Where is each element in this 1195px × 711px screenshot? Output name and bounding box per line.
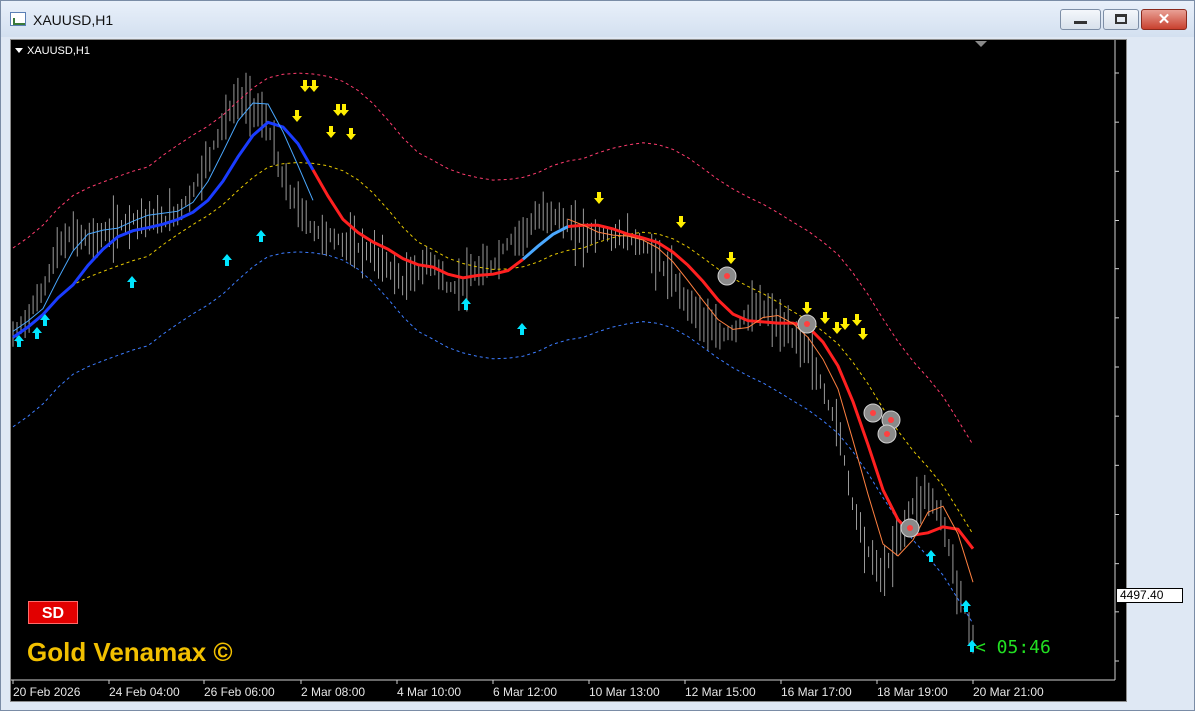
time-tick-label: 12 Mar 15:00 xyxy=(685,685,756,699)
arrow-down-icon xyxy=(309,80,319,92)
circle-marker-center xyxy=(888,417,894,423)
brand-label: Gold Venamax © xyxy=(27,637,233,667)
scroll-marker-icon[interactable] xyxy=(975,41,987,47)
time-tick-label: 20 Mar 21:00 xyxy=(973,685,1044,699)
arrow-up-icon xyxy=(127,276,137,288)
time-tick-label: 24 Feb 04:00 xyxy=(109,685,180,699)
symbol-label: XAUUSD,H1 xyxy=(27,45,90,57)
chart-window-icon xyxy=(10,12,26,26)
arrow-down-icon xyxy=(339,104,349,116)
time-tick-label: 20 Feb 2026 xyxy=(13,685,81,699)
close-icon: ✕ xyxy=(1157,11,1171,28)
circle-marker-center xyxy=(907,525,913,531)
terminal-window: XAUUSD,H1 ✕ 5443.655361.155278.655196.15… xyxy=(0,0,1195,711)
ma-up-segment-2 xyxy=(522,225,569,261)
price-chart-canvas[interactable]: 5443.655361.155278.655196.155115.305032.… xyxy=(11,40,1126,701)
circle-marker-center xyxy=(804,321,810,327)
arrow-up-icon xyxy=(32,327,42,339)
bar-countdown: < 05:46 xyxy=(975,637,1051,658)
arrow-down-icon xyxy=(292,110,302,122)
close-button[interactable]: ✕ xyxy=(1141,9,1187,30)
lower-band-line xyxy=(12,251,974,624)
arrow-down-icon xyxy=(594,192,604,204)
maximize-icon xyxy=(1115,14,1127,24)
arrow-down-icon xyxy=(802,302,812,314)
time-tick-label: 4 Mar 10:00 xyxy=(397,685,461,699)
arrow-up-icon xyxy=(256,230,266,242)
time-tick-label: 2 Mar 08:00 xyxy=(301,685,365,699)
circle-marker-center xyxy=(870,410,876,416)
current-price-tag: 4497.40 xyxy=(1116,588,1183,603)
minimize-icon xyxy=(1074,21,1087,24)
title-bar[interactable]: XAUUSD,H1 ✕ xyxy=(1,1,1194,37)
ma-up-segment xyxy=(12,120,315,339)
arrow-down-icon xyxy=(832,322,842,334)
dropdown-triangle-icon xyxy=(15,48,23,53)
arrow-down-icon xyxy=(820,312,830,324)
arrow-up-icon xyxy=(222,254,232,266)
circle-marker-center xyxy=(724,273,730,279)
arrow-down-icon xyxy=(858,328,868,340)
symbol-menu[interactable]: XAUUSD,H1 xyxy=(15,45,90,57)
window-title: XAUUSD,H1 xyxy=(33,12,114,28)
arrow-down-icon xyxy=(676,216,686,228)
chart-area[interactable]: 5443.655361.155278.655196.155115.305032.… xyxy=(10,39,1127,702)
arrow-down-icon xyxy=(726,252,736,264)
maximize-button[interactable] xyxy=(1103,9,1139,30)
time-tick-label: 26 Feb 06:00 xyxy=(204,685,275,699)
circle-marker-center xyxy=(884,431,890,437)
arrow-up-icon xyxy=(461,298,471,310)
time-tick-label: 16 Mar 17:00 xyxy=(781,685,852,699)
time-tick-label: 10 Mar 13:00 xyxy=(589,685,660,699)
arrow-down-icon xyxy=(326,126,336,138)
arrow-up-icon xyxy=(517,323,527,335)
sd-badge[interactable]: SD xyxy=(28,601,78,624)
time-tick-label: 6 Mar 12:00 xyxy=(493,685,557,699)
middle-line xyxy=(12,161,974,535)
upper-band-line xyxy=(12,72,974,446)
time-tick-label: 18 Mar 19:00 xyxy=(877,685,948,699)
arrow-down-icon xyxy=(852,314,862,326)
arrow-down-icon xyxy=(346,128,356,140)
arrow-up-icon xyxy=(961,600,971,612)
arrow-down-icon xyxy=(300,80,310,92)
arrow-up-icon xyxy=(926,550,936,562)
minimize-button[interactable] xyxy=(1060,9,1101,30)
